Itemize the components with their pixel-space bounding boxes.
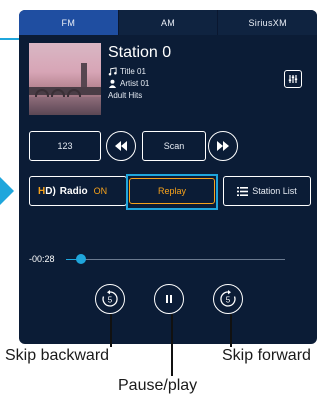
annotation-line-skip-backward bbox=[110, 314, 112, 347]
tab-fm[interactable]: FM bbox=[19, 10, 119, 35]
preset-button[interactable]: 123 bbox=[29, 131, 101, 161]
hd-radio-label: Radio bbox=[59, 185, 88, 197]
equalizer-icon bbox=[288, 75, 298, 83]
skip-forward-5-icon: 5 bbox=[220, 290, 236, 307]
hd-radio-status: ON bbox=[93, 186, 108, 196]
fast-forward-icon bbox=[217, 141, 229, 151]
skip-forward-button[interactable]: 5 bbox=[213, 284, 243, 314]
svg-text:5: 5 bbox=[108, 296, 113, 305]
person-icon bbox=[108, 79, 117, 88]
skip-backward-label: Skip backward bbox=[5, 347, 110, 364]
annotation-line-pause bbox=[171, 314, 173, 376]
skip-backward-button[interactable]: 5 bbox=[95, 284, 125, 314]
progress-track[interactable] bbox=[66, 259, 285, 260]
track-title: Title 01 bbox=[120, 67, 146, 76]
hd-radio-button[interactable]: H D) Radio ON bbox=[29, 176, 127, 206]
track-artist: Artist 01 bbox=[120, 79, 150, 88]
elapsed-time: -00:28 bbox=[29, 254, 55, 264]
pause-play-label: Pause/play bbox=[118, 377, 198, 394]
album-art bbox=[29, 43, 101, 115]
equalizer-button[interactable] bbox=[284, 70, 302, 88]
music-note-icon bbox=[108, 67, 117, 76]
progress-knob[interactable] bbox=[76, 254, 87, 264]
track-artist-row: Artist 01 bbox=[108, 79, 149, 88]
genre: Adult Hits bbox=[108, 91, 143, 100]
source-tabs: FM AM SiriusXM bbox=[19, 10, 317, 35]
scan-button[interactable]: Scan bbox=[142, 131, 206, 161]
list-icon bbox=[237, 186, 249, 196]
station-list-button[interactable]: Station List bbox=[223, 176, 311, 206]
callout-arrow-left bbox=[0, 177, 14, 205]
skip-back-5-icon: 5 bbox=[102, 290, 118, 307]
skip-forward-label: Skip forward bbox=[222, 347, 311, 364]
rewind-icon bbox=[115, 141, 127, 151]
svg-text:5: 5 bbox=[226, 296, 231, 305]
track-title-row: Title 01 bbox=[108, 67, 146, 76]
pause-button[interactable] bbox=[154, 284, 184, 314]
replay-highlight bbox=[126, 174, 218, 210]
annotation-line-skip-forward bbox=[230, 314, 232, 347]
hd-radio-logo: H D) bbox=[38, 185, 56, 197]
tab-am[interactable]: AM bbox=[118, 10, 219, 35]
tab-siriusxm[interactable]: SiriusXM bbox=[218, 10, 317, 35]
station-list-label: Station List bbox=[252, 186, 297, 196]
fast-forward-button[interactable] bbox=[208, 131, 238, 161]
station-name: Station 0 bbox=[108, 44, 172, 61]
pause-icon bbox=[166, 295, 172, 303]
rewind-button[interactable] bbox=[106, 131, 136, 161]
